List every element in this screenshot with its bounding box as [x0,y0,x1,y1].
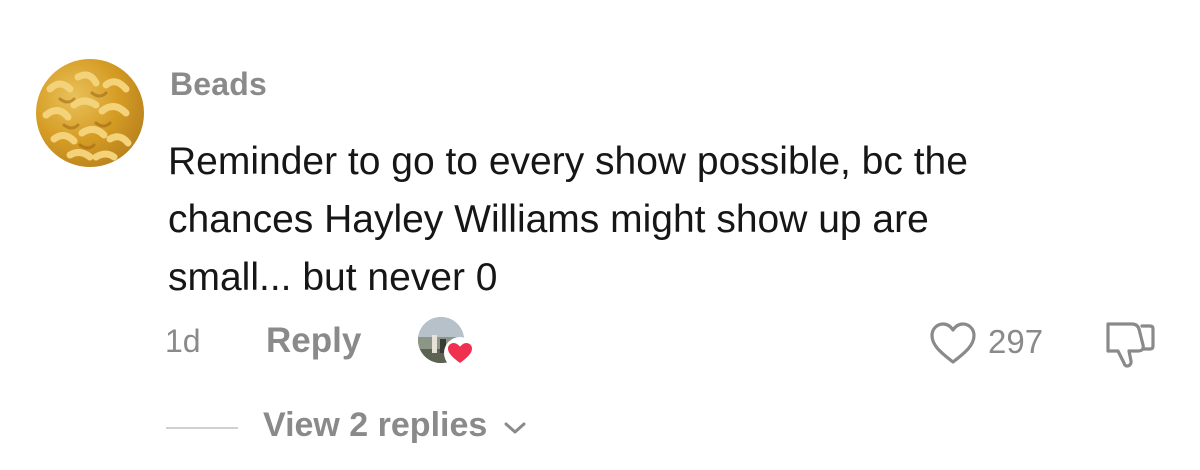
comment-text-line: Reminder to go to every show possible, b… [168,140,968,183]
comment-text: Reminder to go to every show possible, b… [168,133,1168,307]
view-replies-label: View 2 replies [263,406,488,444]
comment-text-line: small... but never 0 [168,256,498,299]
creator-liked-badge [418,317,476,369]
comment-item: Beads Reminder to go to every show possi… [0,0,1200,470]
like-button[interactable] [928,320,978,366]
comment-username[interactable]: Beads [170,66,267,103]
comment-text-line: chances Hayley Williams might show up ar… [168,198,929,241]
chevron-down-icon [503,406,527,445]
heart-filled-icon [448,343,472,363]
reply-button[interactable]: Reply [266,321,361,361]
heart-outline-icon [930,322,976,364]
comment-timestamp: 1d [165,323,201,359]
creator-heart-badge [444,337,476,369]
thumbs-down-icon [1106,322,1155,368]
commenter-avatar[interactable] [36,59,144,167]
mac-and-cheese-avatar-icon [42,71,132,161]
dislike-button[interactable] [1102,318,1158,370]
replies-divider [166,427,238,429]
like-count: 297 [988,323,1044,360]
view-replies-button[interactable]: View 2 replies [263,406,527,445]
